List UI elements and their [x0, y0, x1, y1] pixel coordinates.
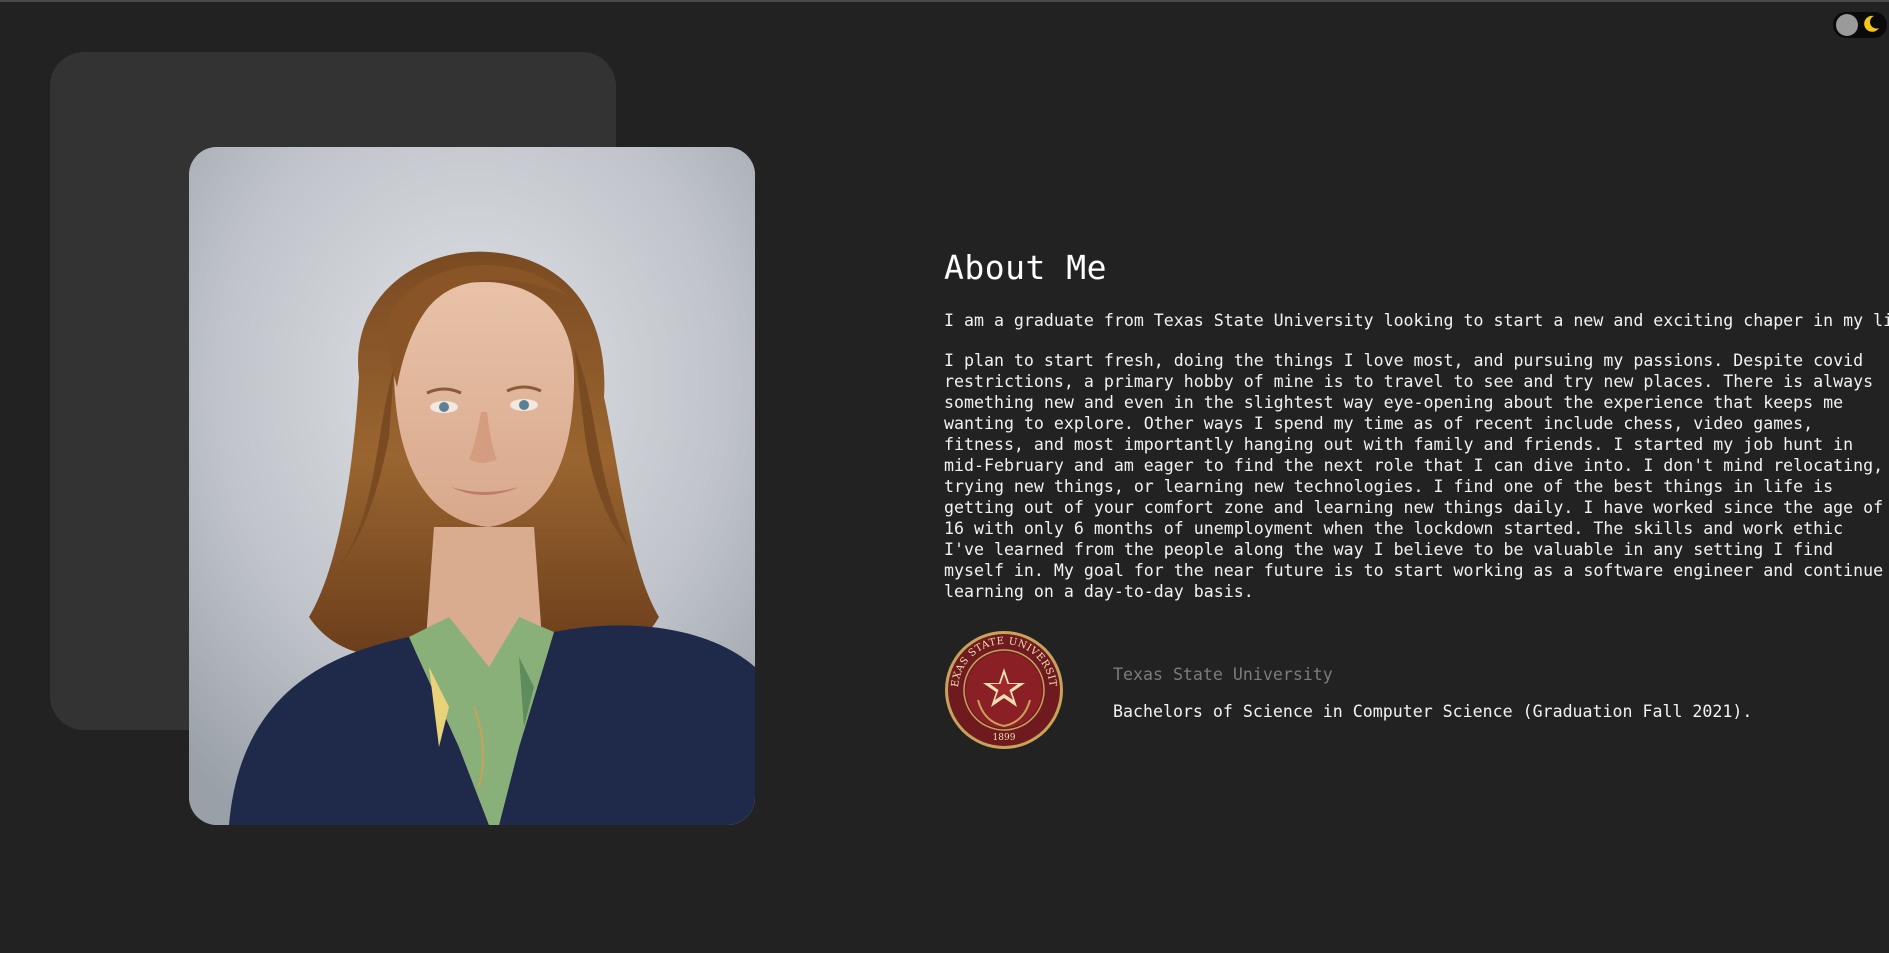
school-name: Texas State University: [1113, 665, 1333, 684]
toggle-knob[interactable]: [1836, 14, 1858, 36]
about-section: About Me I am a graduate from Texas Stat…: [944, 246, 1889, 602]
degree-text: Bachelors of Science in Computer Science…: [1113, 702, 1753, 721]
education-section: TEXAS STATE UNIVERSITY 1899 Texas State …: [944, 630, 1889, 750]
about-intro: I am a graduate from Texas State Univers…: [944, 311, 1889, 330]
svg-text:1899: 1899: [993, 733, 1016, 743]
top-border: [0, 0, 1889, 2]
about-heading: About Me: [944, 248, 1107, 287]
portrait-illustration: [189, 147, 755, 825]
profile-photo: [189, 147, 755, 825]
moon-icon: [1864, 15, 1879, 32]
about-body: I plan to start fresh, doing the things …: [944, 351, 1884, 601]
theme-toggle[interactable]: [1833, 12, 1887, 38]
university-seal-icon: TEXAS STATE UNIVERSITY 1899: [944, 630, 1063, 749]
